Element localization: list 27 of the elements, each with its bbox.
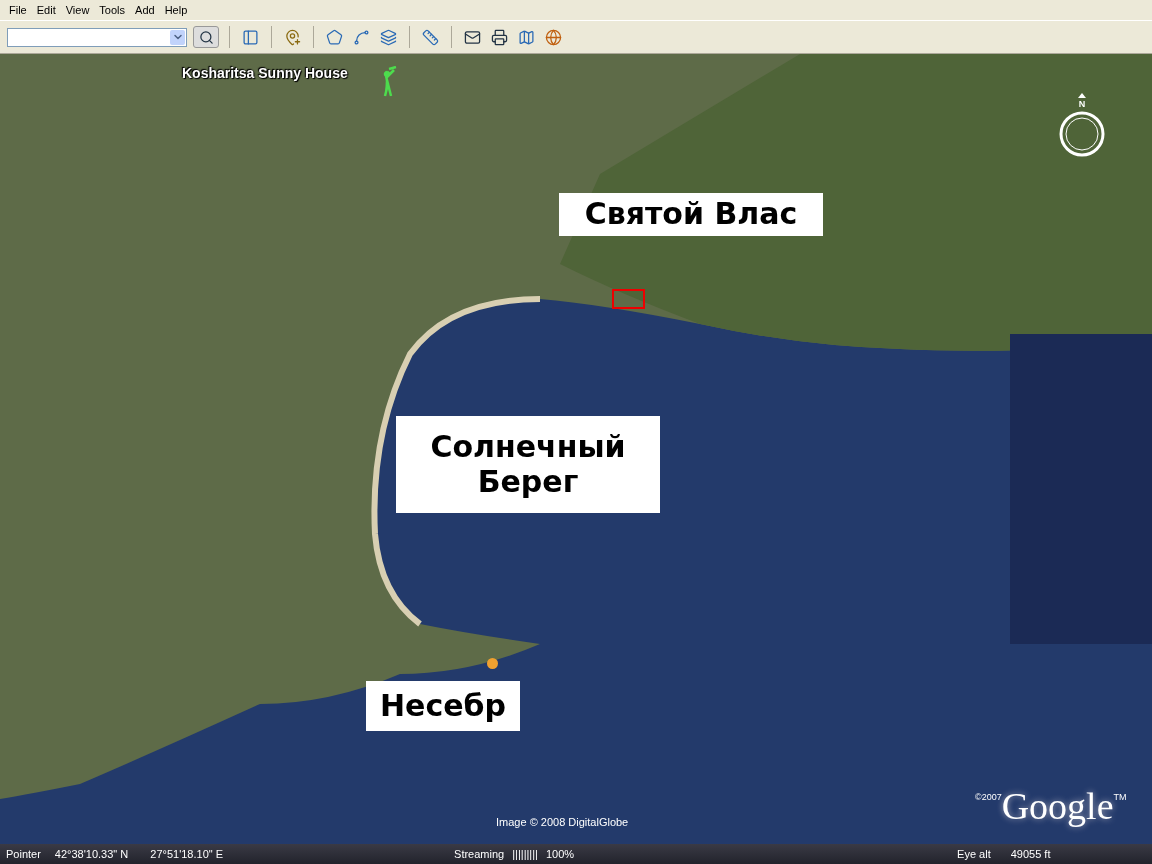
place-label: Солнечный Берег [396,416,660,513]
streaming-label: Streaming [454,848,505,860]
search-icon [198,29,214,45]
menu-item[interactable]: Add [130,4,160,16]
search-field[interactable] [7,27,187,47]
place-label: Святой Влас [559,193,823,236]
search-button[interactable] [193,26,219,48]
place-label: Несебр [366,681,520,731]
streaming-percent: 100% [545,848,575,860]
menu-item[interactable]: Edit [31,4,61,16]
location-dot [487,658,498,669]
menu-item[interactable]: Tools [94,4,131,16]
streaming-bars: ||||||||| [512,848,538,860]
menu-item[interactable]: Help [159,4,193,16]
eye-alt-value: 49055 ft [1010,848,1051,860]
golfer-icon[interactable] [382,66,398,98]
pointer-label: Pointer [6,848,41,860]
menu-item[interactable]: View [60,4,95,16]
location-marker [612,289,645,309]
dropdown-button[interactable] [170,29,185,45]
menu-item[interactable]: File [4,4,32,16]
eye-alt-label: Eye alt [957,848,991,860]
placemark-label[interactable]: Kosharitsa Sunny House [182,65,348,81]
compass-drawing[interactable]: N [1049,92,1115,158]
latitude-value: 42°38'10.33" N [54,848,129,860]
longitude-value: 27°51'18.10" E [150,848,224,860]
imagery-credit: Image © 2008 DigitalGlobe [496,816,629,828]
